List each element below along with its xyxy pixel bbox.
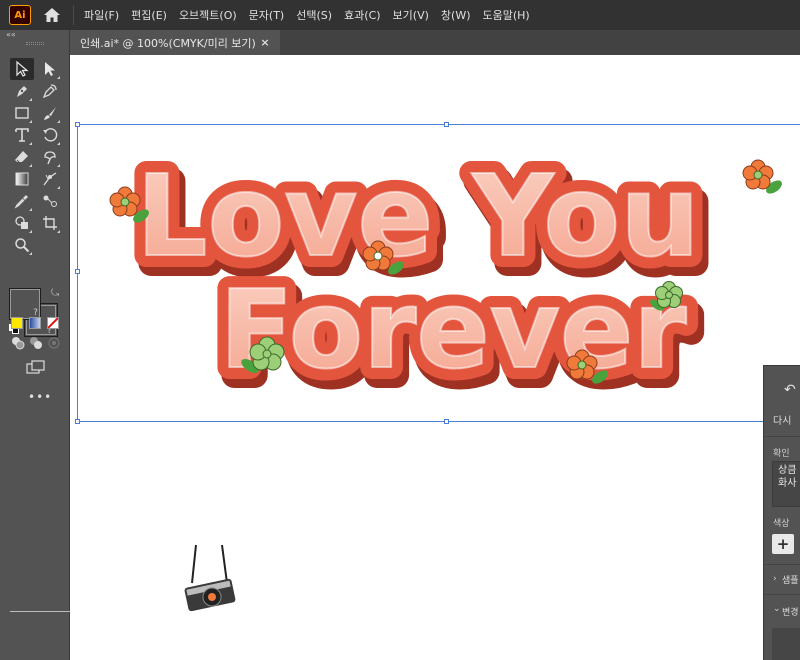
tools-panel: «« ? ? ⤿ •••: [0, 30, 70, 660]
draw-behind-icon[interactable]: [28, 335, 44, 351]
selection-handle-bl[interactable]: [75, 419, 80, 424]
panel-divider: [764, 564, 800, 565]
screen-mode-icon[interactable]: [24, 356, 48, 378]
app-logo: Ai: [9, 5, 31, 25]
section-confirm-label: 확인: [773, 449, 790, 459]
menu-divider: [73, 5, 74, 25]
add-color-button[interactable]: +: [772, 534, 794, 554]
menu-edit[interactable]: 편집(E): [125, 7, 173, 23]
fill-stroke-widget: ? ? ⤿: [9, 288, 59, 338]
canvas[interactable]: Love You Love You Love You Forever Forev…: [70, 55, 800, 660]
zoom-tool[interactable]: [10, 234, 34, 256]
gradient-mode-icon[interactable]: [29, 317, 41, 329]
rotate-tool[interactable]: [38, 124, 62, 146]
textarea-line2: 화사: [778, 478, 797, 489]
rectangle-tool[interactable]: [10, 102, 34, 124]
panel-divider: [764, 594, 800, 595]
camera-illustration: [184, 544, 236, 612]
menu-help[interactable]: 도움말(H): [477, 7, 536, 23]
curvature-tool[interactable]: [38, 80, 62, 102]
right-panel: ↶ 다시 확인 상큼 화사 색상 + › 샘플 ⌄ 변경: [763, 365, 800, 660]
menu-object[interactable]: 오브젝트(O): [173, 7, 243, 23]
menu-effect[interactable]: 효과(C): [338, 7, 387, 23]
undo-icon[interactable]: ↶: [784, 382, 796, 398]
panel-title-fragment: 다시: [773, 416, 792, 427]
selection-handle-tl[interactable]: [75, 122, 80, 127]
swap-fill-stroke-icon[interactable]: ⤿: [51, 288, 59, 299]
mesh-tool[interactable]: [38, 168, 62, 190]
chevron-right-icon[interactable]: ›: [773, 574, 777, 584]
gradient-tool[interactable]: [10, 168, 34, 190]
paintbrush-tool[interactable]: [38, 102, 62, 124]
selection-handle-ml[interactable]: [75, 269, 80, 274]
panel-divider: [764, 436, 800, 437]
color-mode-icon[interactable]: [11, 317, 23, 329]
draw-inside-icon[interactable]: [46, 335, 62, 351]
type-tool[interactable]: [10, 124, 34, 146]
edit-toolbar-icon[interactable]: •••: [28, 390, 52, 404]
selection-handle-tc[interactable]: [444, 122, 449, 127]
home-icon[interactable]: [41, 4, 63, 26]
menu-type[interactable]: 문자(T): [243, 7, 291, 23]
menu-view[interactable]: 보기(V): [387, 7, 435, 23]
menu-select[interactable]: 선택(S): [290, 7, 338, 23]
direct-selection-tool[interactable]: [38, 58, 62, 80]
warp-tool[interactable]: [38, 146, 62, 168]
textarea-line1: 상큼: [778, 465, 797, 476]
pen-tool[interactable]: [10, 80, 34, 102]
panel-grip[interactable]: [26, 42, 44, 45]
none-mode-icon[interactable]: [47, 317, 59, 329]
selection-tool[interactable]: [10, 58, 34, 80]
artboard-edge-line: [10, 611, 70, 612]
variation-thumbnail[interactable]: [772, 628, 800, 660]
fill-swatch[interactable]: ?: [9, 288, 41, 320]
blend-tool[interactable]: [38, 190, 62, 212]
collapse-panel-icon[interactable]: ««: [6, 30, 16, 39]
selection-handle-bc[interactable]: [444, 419, 449, 424]
prompt-textarea[interactable]: 상큼 화사: [772, 461, 800, 507]
document-tab-title: 인쇄.ai* @ 100%(CMYK/미리 보기): [80, 36, 256, 50]
chevron-down-icon[interactable]: ⌄: [773, 604, 781, 614]
selection-bounding-box[interactable]: [77, 124, 800, 422]
shape-builder-tool[interactable]: [10, 212, 34, 234]
section-color-label: 색상: [773, 519, 790, 529]
menu-window[interactable]: 창(W): [435, 7, 477, 23]
close-icon[interactable]: ×: [258, 35, 272, 49]
menu-bar: Ai 파일(F) 편집(E) 오브젝트(O) 문자(T) 선택(S) 효과(C)…: [0, 0, 800, 30]
expanded-section-label[interactable]: 변경: [782, 605, 799, 618]
draw-normal-icon[interactable]: [10, 335, 26, 351]
artboard-tool[interactable]: [38, 212, 62, 234]
document-tab-bar: 인쇄.ai* @ 100%(CMYK/미리 보기) ×: [70, 30, 800, 55]
collapsed-section-label[interactable]: 샘플: [782, 573, 799, 586]
menu-file[interactable]: 파일(F): [78, 7, 125, 23]
document-tab[interactable]: 인쇄.ai* @ 100%(CMYK/미리 보기) ×: [70, 30, 280, 55]
eraser-tool[interactable]: [10, 146, 34, 168]
eyedropper-tool[interactable]: [10, 190, 34, 212]
